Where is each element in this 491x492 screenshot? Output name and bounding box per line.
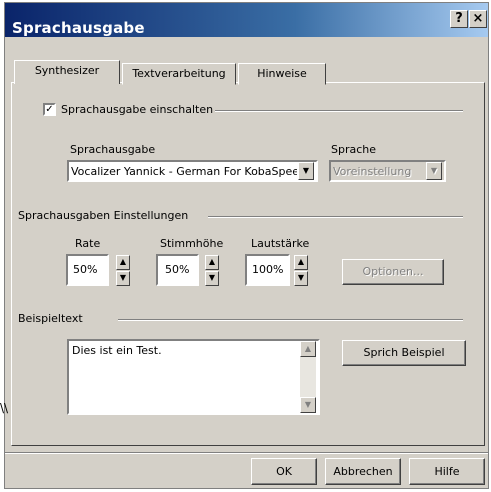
close-button[interactable]: × [469, 10, 487, 28]
help-footer-button[interactable]: Hilfe [409, 458, 485, 485]
rate-field[interactable]: 50% [66, 254, 109, 286]
ok-button[interactable]: OK [251, 458, 317, 485]
scroll-up-button[interactable]: ▲ [300, 341, 316, 357]
pitch-label: Stimmhöhe [160, 237, 224, 250]
voice-dropdown[interactable]: Vocalizer Yannick - German For KobaSpeec… [67, 160, 318, 182]
enable-speech-label[interactable]: Sprachausgabe einschalten [61, 103, 213, 116]
language-value: Voreinstellung [333, 165, 412, 178]
group-divider [215, 110, 463, 112]
pitch-value: 50% [165, 263, 190, 276]
group-divider [208, 216, 463, 218]
group-divider [118, 319, 463, 321]
enable-speech-checkbox[interactable]: ✓ [43, 103, 56, 116]
cancel-button[interactable]: Abbrechen [325, 458, 401, 485]
pitch-up-button[interactable]: ▲ [205, 255, 219, 270]
pitch-field[interactable]: 50% [156, 254, 199, 286]
tab-synthesizer[interactable]: Synthesizer [14, 60, 120, 84]
voice-value: Vocalizer Yannick - German For KobaSpeec… [71, 165, 297, 178]
pitch-down-button[interactable]: ▼ [205, 271, 219, 286]
example-textarea[interactable]: Dies ist ein Test. ▲ ▼ [67, 339, 320, 415]
rate-label: Rate [75, 237, 101, 250]
help-button[interactable]: ? [450, 10, 468, 28]
scroll-down-button[interactable]: ▼ [300, 397, 316, 413]
example-text: Dies ist ein Test. [72, 344, 162, 357]
footer-divider [5, 452, 488, 454]
options-button[interactable]: Optionen... [342, 259, 444, 285]
language-dropdown[interactable]: Voreinstellung ▼ [329, 160, 446, 182]
volume-label: Lautstärke [251, 237, 310, 250]
volume-up-button[interactable]: ▲ [294, 255, 308, 270]
scrollbar[interactable]: ▲ ▼ [300, 341, 316, 413]
rate-down-button[interactable]: ▼ [116, 271, 130, 286]
volume-down-button[interactable]: ▼ [294, 271, 308, 286]
rate-up-button[interactable]: ▲ [116, 255, 130, 270]
chevron-down-icon[interactable]: ▼ [426, 162, 442, 180]
volume-field[interactable]: 100% [245, 254, 290, 286]
volume-value: 100% [252, 263, 284, 276]
window-title: Sprachausgabe [12, 19, 145, 37]
tab-hinweise[interactable]: Hinweise [238, 63, 326, 85]
rate-value: 50% [73, 263, 98, 276]
stray-mark: \\ [0, 401, 9, 415]
language-label: Sprache [331, 143, 377, 156]
speak-example-button[interactable]: Sprich Beispiel [342, 340, 466, 366]
chevron-down-icon[interactable]: ▼ [298, 162, 314, 180]
voice-label: Sprachausgabe [70, 143, 156, 156]
example-group-label: Beispieltext [18, 312, 83, 325]
settings-group-label: Sprachausgaben Einstellungen [18, 209, 189, 222]
tab-textverarbeitung[interactable]: Textverarbeitung [122, 63, 236, 85]
